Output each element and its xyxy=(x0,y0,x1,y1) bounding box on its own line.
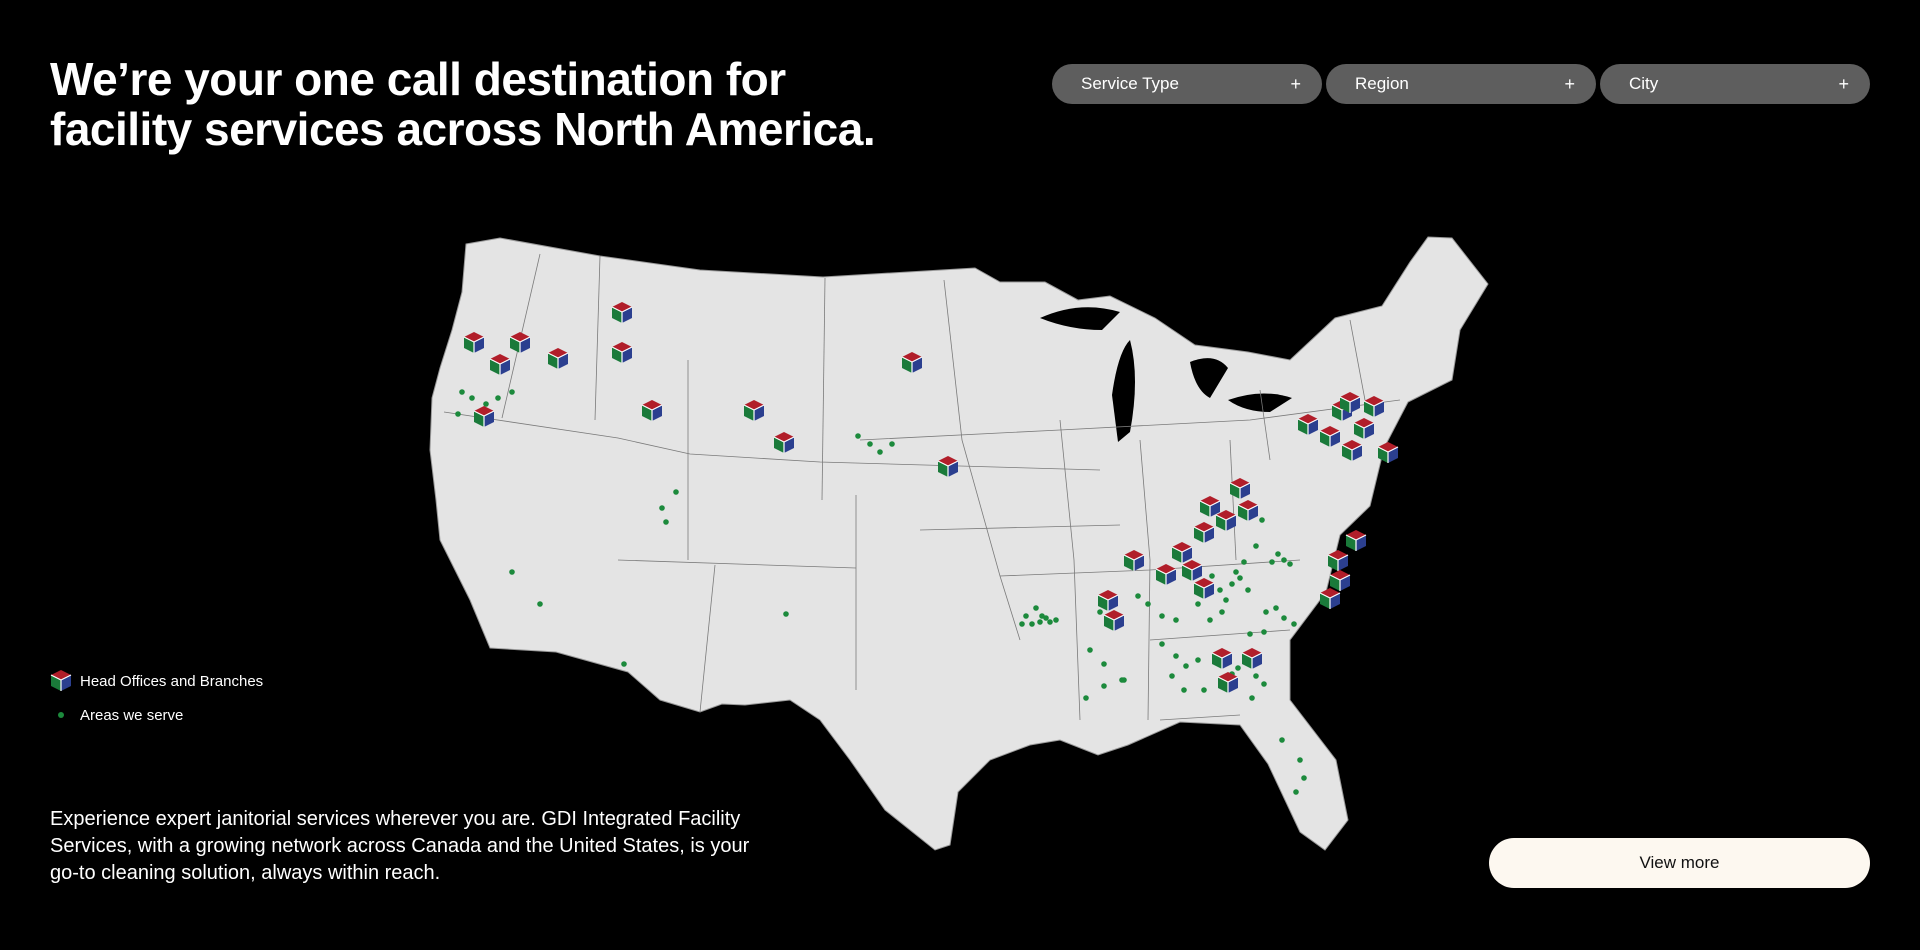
green-dot-icon xyxy=(42,712,80,718)
legend-areas: Areas we serve xyxy=(50,698,263,732)
description-text: Experience expert janitorial services wh… xyxy=(50,808,750,884)
legend-offices-label: Head Offices and Branches xyxy=(80,672,264,690)
map-legend: Head Offices and Branches Areas we serve xyxy=(50,664,263,732)
office-cube-icon xyxy=(42,669,80,693)
legend-areas-label: Areas we serve xyxy=(80,706,184,724)
us-landmass xyxy=(429,236,1489,851)
view-more-button[interactable]: View more xyxy=(1489,838,1870,888)
legend-offices: Head Offices and Branches xyxy=(50,664,263,698)
